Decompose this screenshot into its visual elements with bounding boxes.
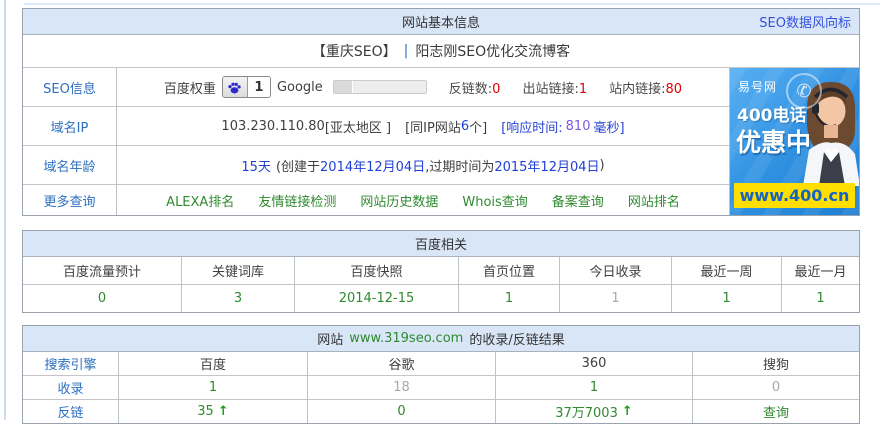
result-domain[interactable]: www.319seo.com (349, 331, 463, 346)
backlink-baidu[interactable]: 35 (197, 404, 214, 419)
engine-baidu: 百度 (119, 352, 308, 375)
panel-title: 网站基本信息 (402, 12, 480, 31)
baidu-snapshot-value[interactable]: 2014-12-15 (295, 285, 459, 312)
inlink-count-value[interactable]: 80 (666, 82, 683, 97)
engine-label: 搜索引擎 (23, 352, 119, 375)
response-time-suffix: 毫秒] (593, 117, 624, 136)
created-prefix: (创建于 (276, 156, 320, 175)
ad-line2: 优惠中 (736, 123, 811, 159)
backlink-count-label: 反链数: (449, 82, 492, 97)
backlink-360[interactable]: 37万7003 (555, 402, 618, 421)
response-time-value[interactable]: 810 (566, 119, 591, 134)
link-site-rank[interactable]: 网站排名 (628, 191, 680, 210)
domain-age-row: 域名年龄 15天 (创建于2014年12月04日,过期时间为2015年12月04… (23, 146, 729, 185)
ad-banner-400cn[interactable]: 易号网 ✆ 400电话 优惠中 (729, 68, 859, 215)
col-last-month: 最近一月 (782, 257, 859, 284)
engine-360: 360 (496, 352, 693, 375)
col-home-position: 首页位置 (459, 257, 560, 284)
last-week-value[interactable]: 1 (672, 285, 782, 312)
inlink-count-label: 站内链接: (609, 82, 665, 97)
expire-prefix: ,过期时间为 (425, 156, 494, 175)
google-pr-bar-fill (334, 81, 353, 93)
baidu-weight-label: 百度权重 (164, 78, 216, 97)
ad-url: www.400.cn (734, 183, 855, 208)
panel-header: 网站基本信息 SEO数据风向标 (23, 9, 859, 35)
site-basic-info-panel: 网站基本信息 SEO数据风向标 【重庆SEO】 | 阳志刚SEO优化交流博客 S… (22, 8, 860, 216)
engine-sogou: 搜狗 (693, 352, 859, 375)
domain-ip-label: 域名IP (23, 107, 117, 145)
domain-age-label: 域名年龄 (23, 146, 117, 184)
today-indexed-value: 1 (560, 285, 672, 312)
expire-date[interactable]: 2015年12月04日 (494, 156, 599, 175)
baidu-header-row: 百度流量预计 关键词库 百度快照 首页位置 今日收录 最近一周 最近一月 (23, 257, 859, 285)
include-google: 18 (308, 376, 496, 399)
result-title-suffix: 的收录/反链结果 (469, 329, 564, 348)
outlink-count-value[interactable]: 1 (579, 82, 587, 97)
include-baidu[interactable]: 1 (119, 376, 308, 399)
inlink-stat: 站内链接:80 (609, 78, 682, 97)
page-left-rule (4, 0, 6, 420)
more-queries-label: 更多查询 (23, 185, 117, 215)
engines-header-row: 搜索引擎 百度 谷歌 360 搜狗 (23, 352, 859, 376)
site-name: 阳志刚SEO优化交流博客 (415, 41, 570, 61)
link-friend-link-check[interactable]: 友情链接检测 (258, 191, 336, 210)
link-whois-query[interactable]: Whois查询 (462, 191, 527, 210)
baidu-weight-value: 1 (248, 77, 270, 97)
keyword-lib-value[interactable]: 3 (182, 285, 295, 312)
ad-brand: 易号网 (738, 78, 777, 95)
ip-address: 103.230.110.80 (221, 119, 324, 134)
seo-data-trend-link[interactable]: SEO数据风向标 (759, 12, 851, 31)
col-last-week: 最近一周 (672, 257, 782, 284)
include-sogou: 0 (693, 376, 859, 399)
page-top-rule (24, 3, 880, 5)
google-pr-label: Google (277, 80, 323, 95)
outlink-count-label: 出站链接: (522, 82, 578, 97)
up-arrow-icon: ↑ (622, 404, 633, 419)
col-today-indexed: 今日收录 (560, 257, 672, 284)
result-title-prefix: 网站 (317, 329, 343, 348)
up-arrow-icon: ↑ (218, 404, 229, 419)
home-position-value[interactable]: 1 (459, 285, 560, 312)
backlink-count-value[interactable]: 0 (492, 82, 500, 97)
same-ip-prefix: [同IP网站 (405, 117, 461, 136)
baidu-panel-title: 百度相关 (415, 234, 467, 253)
baidu-related-panel: 百度相关 百度流量预计 关键词库 百度快照 首页位置 今日收录 最近一周 最近一… (22, 230, 860, 313)
col-keyword-lib: 关键词库 (182, 257, 295, 284)
site-title-row: 【重庆SEO】 | 阳志刚SEO优化交流博客 (23, 35, 859, 68)
outlink-stat: 出站链接:1 (522, 78, 587, 97)
engine-google: 谷歌 (308, 352, 496, 375)
result-panel-header: 网站 www.319seo.com 的收录/反链结果 (23, 326, 859, 352)
backlink-stat: 反链数:0 (449, 78, 501, 97)
include-label: 收录 (23, 376, 119, 399)
domain-ip-row: 域名IP 103.230.110.80 [亚太地区 ] [同IP网站6个] [响… (23, 107, 729, 146)
domain-age-value[interactable]: 15天 (241, 156, 271, 175)
title-separator: | (404, 43, 409, 59)
site-title: 【重庆SEO】 (312, 41, 397, 61)
baidu-values-row: 0 3 2014-12-15 1 1 1 1 (23, 285, 859, 312)
paren-close: ) (600, 158, 605, 173)
last-month-value[interactable]: 1 (782, 285, 859, 312)
include-360[interactable]: 1 (496, 376, 693, 399)
baidu-panel-header: 百度相关 (23, 231, 859, 257)
link-site-history[interactable]: 网站历史数据 (360, 191, 438, 210)
seo-info-label: SEO信息 (23, 68, 117, 106)
index-backlink-panel: 网站 www.319seo.com 的收录/反链结果 搜索引擎 百度 谷歌 36… (22, 325, 860, 424)
include-row: 收录 1 18 1 0 (23, 376, 859, 400)
google-pr-bar (333, 80, 427, 94)
response-time-prefix: [响应时间: (501, 117, 562, 136)
baidu-weight-badge[interactable]: 1 (222, 76, 271, 98)
same-ip-count[interactable]: 6 (461, 119, 469, 134)
baidu-traffic-value[interactable]: 0 (23, 285, 182, 312)
ip-region: [亚太地区 ] (325, 117, 391, 136)
link-icp-query[interactable]: 备案查询 (552, 191, 604, 210)
baidu-paw-icon (223, 77, 248, 97)
created-date[interactable]: 2014年12月04日 (320, 156, 425, 175)
col-baidu-snapshot: 百度快照 (295, 257, 459, 284)
col-baidu-traffic: 百度流量预计 (23, 257, 182, 284)
same-ip-suffix: 个] (469, 117, 487, 136)
link-alexa-rank[interactable]: ALEXA排名 (166, 191, 234, 210)
more-queries-row: 更多查询 ALEXA排名 友情链接检测 网站历史数据 Whois查询 备案查询 … (23, 185, 729, 215)
seo-info-row: SEO信息 百度权重 1 (23, 68, 729, 107)
